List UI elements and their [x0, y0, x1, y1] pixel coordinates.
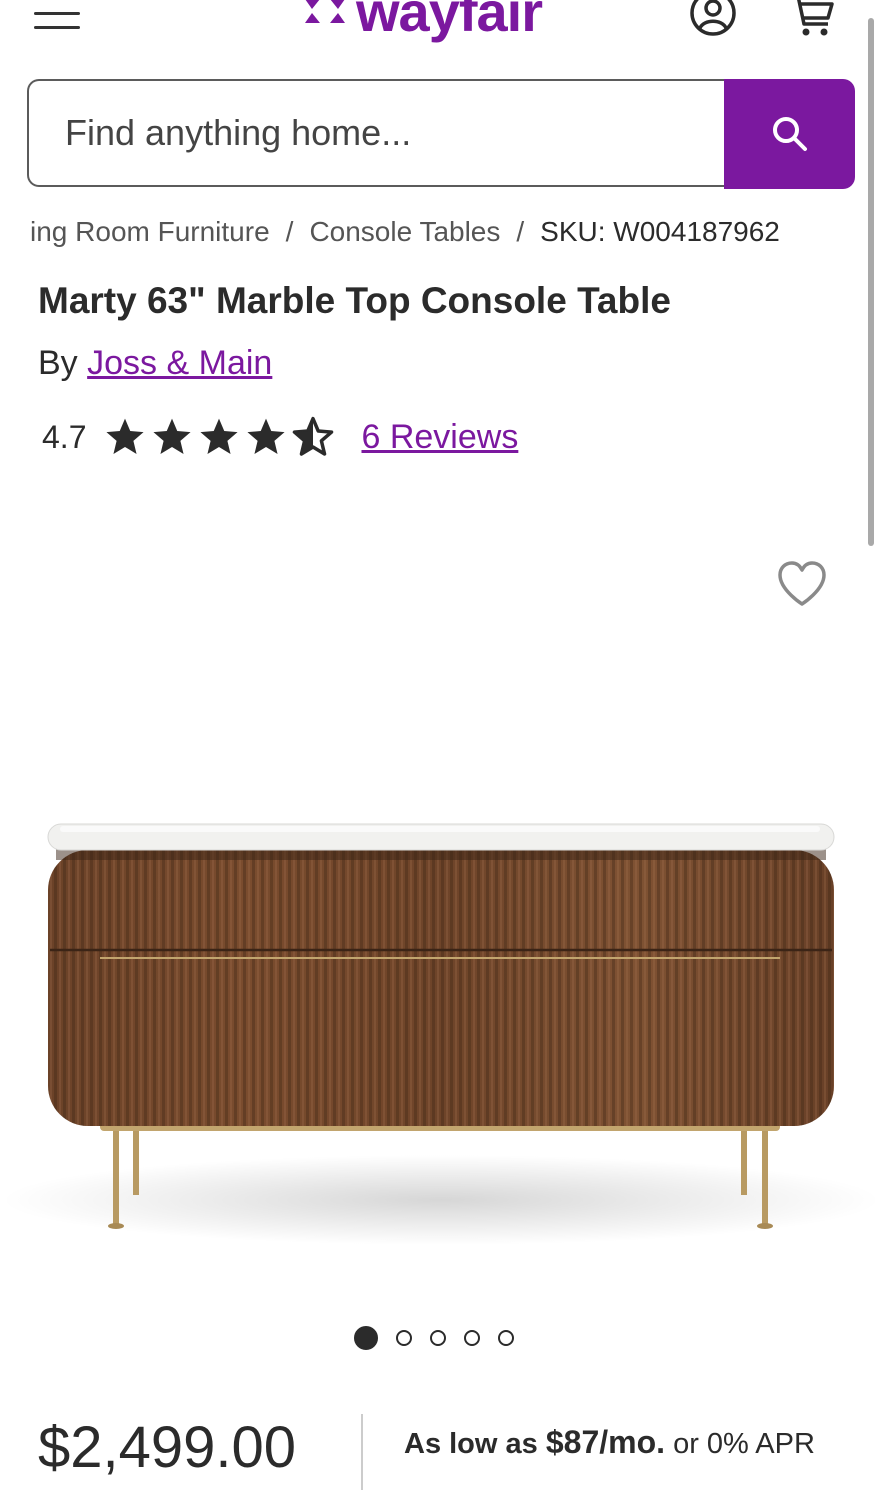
star-full-icon — [153, 418, 192, 454]
product-price: $2,499.00 — [38, 1415, 297, 1480]
breadcrumb-sku: SKU: W004187962 — [540, 216, 780, 247]
carousel-dot[interactable] — [464, 1330, 480, 1346]
breadcrumb-living-room-furniture[interactable]: ing Room Furniture — [30, 216, 270, 260]
product-image[interactable] — [0, 480, 882, 1300]
wayfair-logo[interactable]: wayfair — [300, 0, 543, 46]
top-header: wayfair — [0, 0, 882, 60]
financing-amount: $87/mo. — [545, 1424, 666, 1460]
brand-link[interactable]: Joss & Main — [87, 344, 272, 382]
star-rating — [104, 416, 339, 458]
search-button[interactable] — [724, 79, 855, 189]
breadcrumb-console-tables[interactable]: Console Tables — [309, 216, 500, 260]
star-full-icon — [106, 418, 145, 454]
star-half-icon — [293, 416, 334, 456]
product-byline: By Joss & Main — [38, 344, 272, 383]
star-full-icon — [247, 418, 286, 454]
financing-offer[interactable]: As low as $87/mo. or 0% APR — [404, 1424, 815, 1461]
product-title: Marty 63" Marble Top Console Table — [38, 280, 671, 321]
page-scrollbar[interactable] — [868, 18, 874, 546]
image-carousel-dots — [354, 1326, 532, 1350]
search-bar — [27, 79, 855, 191]
breadcrumb: ing Room Furniture / Console Tables / SK… — [30, 216, 840, 260]
rating-value: 4.7 — [42, 418, 87, 455]
search-input[interactable] — [27, 79, 727, 187]
carousel-dot[interactable] — [498, 1330, 514, 1346]
account-icon[interactable] — [688, 0, 738, 38]
breadcrumb-separator: / — [285, 216, 294, 247]
financing-suffix: or 0% APR — [673, 1428, 815, 1460]
heart-icon[interactable] — [776, 560, 828, 608]
by-label: By — [38, 344, 78, 382]
reviews-link[interactable]: 6 Reviews — [361, 418, 518, 457]
logo-mark-icon — [305, 0, 345, 23]
carousel-dot[interactable] — [396, 1330, 412, 1346]
star-full-icon — [200, 418, 239, 454]
carousel-dot[interactable] — [430, 1330, 446, 1346]
financing-prefix: As low as — [404, 1428, 538, 1460]
price-divider — [361, 1414, 363, 1490]
cart-icon[interactable] — [786, 0, 836, 38]
logo-text: wayfair — [356, 0, 543, 43]
search-icon — [772, 117, 807, 151]
menu-icon[interactable] — [34, 4, 80, 34]
breadcrumb-separator: / — [516, 216, 525, 247]
product-rating: 4.7 6 Reviews — [42, 412, 518, 462]
carousel-dot[interactable] — [354, 1326, 378, 1350]
